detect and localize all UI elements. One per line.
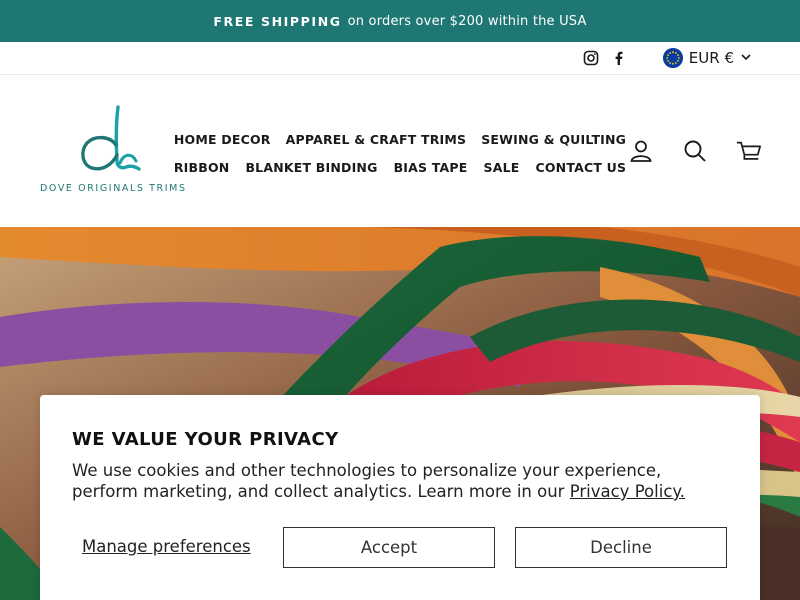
chevron-down-icon <box>740 49 752 67</box>
nav-item-sewing-quilting[interactable]: SEWING & QUILTING <box>481 132 626 147</box>
cookie-title: WE VALUE YOUR PRIVACY <box>72 429 339 450</box>
announcement-bar: FREE SHIPPING on orders over $200 within… <box>0 0 800 42</box>
main-nav: HOME DECOR APPAREL & CRAFT TRIMS SEWING … <box>174 125 626 181</box>
privacy-policy-link[interactable]: Privacy Policy. <box>570 482 685 501</box>
cart-icon[interactable] <box>736 138 762 164</box>
nav-item-ribbon[interactable]: RIBBON <box>174 160 230 175</box>
nav-item-blanket-binding[interactable]: BLANKET BINDING <box>245 160 377 175</box>
cookie-banner: WE VALUE YOUR PRIVACY We use cookies and… <box>40 395 760 600</box>
utility-bar: EUR € <box>0 42 800 75</box>
facebook-icon[interactable] <box>611 50 627 66</box>
instagram-icon[interactable] <box>583 50 599 66</box>
nav-item-home-decor[interactable]: HOME DECOR <box>174 132 271 147</box>
nav-item-contact-us[interactable]: CONTACT US <box>535 160 626 175</box>
user-icon[interactable] <box>628 138 654 164</box>
accept-button[interactable]: Accept <box>283 527 495 568</box>
eu-flag-icon <box>662 48 683 68</box>
site-header: DOVE ORIGINALS TRIMS HOME DECOR APPAREL … <box>0 75 800 227</box>
decline-button[interactable]: Decline <box>515 527 727 568</box>
currency-label: EUR € <box>688 49 734 67</box>
nav-item-bias-tape[interactable]: BIAS TAPE <box>394 160 468 175</box>
header-icons <box>628 138 762 164</box>
nav-row-1: HOME DECOR APPAREL & CRAFT TRIMS SEWING … <box>174 125 626 153</box>
logo[interactable]: DOVE ORIGINALS TRIMS <box>40 103 187 198</box>
currency-selector[interactable]: EUR € <box>662 48 752 68</box>
social-links <box>583 50 627 66</box>
announcement-bold: FREE SHIPPING <box>213 13 342 29</box>
cookie-actions: Manage preferences Accept Decline <box>72 527 728 568</box>
manage-preferences-link[interactable]: Manage preferences <box>82 537 251 556</box>
search-icon[interactable] <box>682 138 708 164</box>
nav-item-sale[interactable]: SALE <box>484 160 520 175</box>
cookie-body: We use cookies and other technologies to… <box>72 460 732 502</box>
announcement-text: on orders over $200 within the USA <box>347 13 587 29</box>
nav-row-2: RIBBON BLANKET BINDING BIAS TAPE SALE CO… <box>174 153 626 181</box>
nav-item-apparel-craft-trims[interactable]: APPAREL & CRAFT TRIMS <box>286 132 467 147</box>
logo-wordmark: DOVE ORIGINALS TRIMS <box>40 183 187 194</box>
